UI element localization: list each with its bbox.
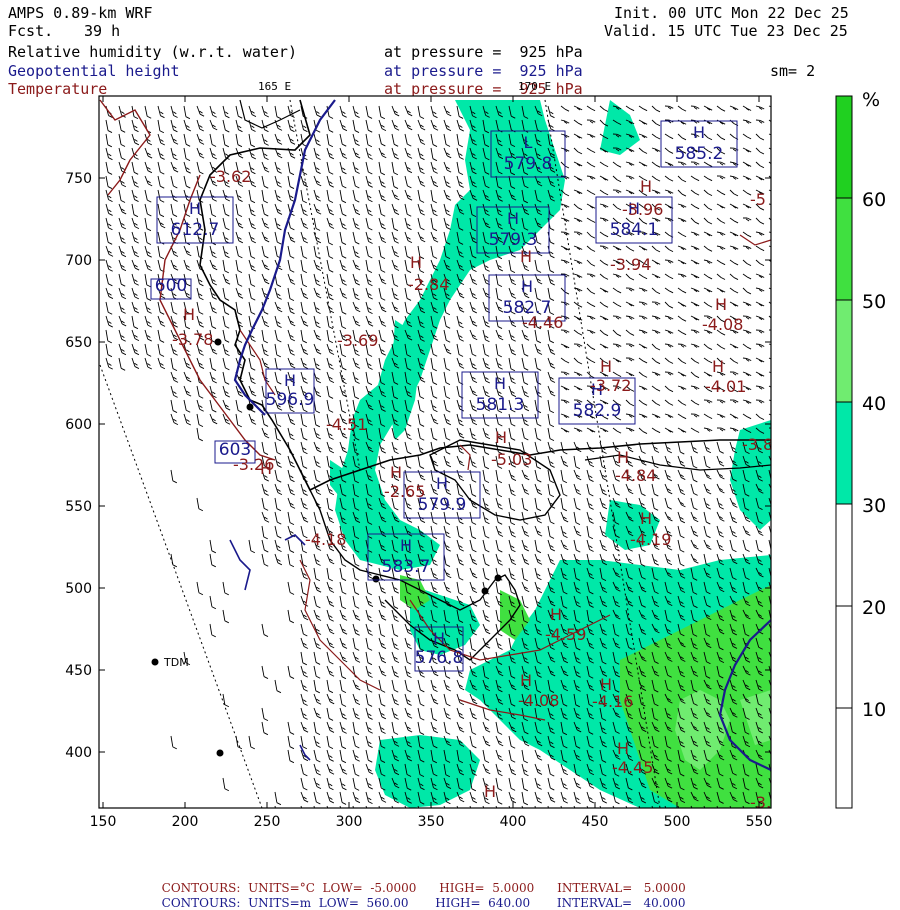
y-tick-label: 700 — [65, 253, 92, 269]
x-tick-label: 150 — [90, 814, 117, 830]
temperature-label: -2.65 — [384, 482, 425, 501]
temperature-label: -3.94 — [610, 255, 651, 274]
temp-high-marker: H — [715, 295, 727, 314]
temperature-label: -4.46 — [522, 313, 563, 332]
temp-high-marker: H — [600, 357, 612, 376]
temperature-label: -3.86 — [742, 435, 783, 454]
temperature-label: -4.51 — [326, 415, 367, 434]
y-tick-label: 550 — [65, 499, 92, 515]
colorbar: % 60 50 40 30 20 10 — [836, 89, 886, 808]
temp-high-marker: H — [640, 177, 652, 196]
footer-units: UNITS=m — [248, 896, 311, 910]
x-tick-label: 250 — [254, 814, 281, 830]
temperature-label: -4.19 — [630, 530, 671, 549]
temperature-label: -3.62 — [210, 167, 251, 186]
temperature-label: -3.72 — [590, 376, 631, 395]
colorbar-label: 60 — [862, 189, 886, 211]
temperature-label: -4.01 — [705, 377, 746, 396]
x-tick-label: 550 — [746, 814, 773, 830]
colorbar-label: 40 — [862, 393, 886, 415]
colorbar-segment — [836, 300, 852, 402]
temperature-label: -5 — [750, 190, 766, 209]
temperature-label: -4.16 — [592, 692, 633, 711]
colorbar-segment — [836, 402, 852, 504]
temperature-label: -5.03 — [491, 450, 532, 469]
temperature-label: -2.84 — [408, 275, 449, 294]
x-tick-label: 500 — [664, 814, 691, 830]
colorbar-label: 10 — [862, 699, 886, 721]
colorbar-label: 50 — [862, 291, 886, 313]
temp-high-marker: H — [640, 509, 652, 528]
colorbar-label: 20 — [862, 597, 886, 619]
temp-high-marker: H — [390, 463, 402, 482]
y-tick-label: 450 — [65, 663, 92, 679]
station-marker[interactable] — [495, 575, 502, 582]
temperature-label: -4.08 — [518, 691, 559, 710]
weather-map: TDM H585.2H584.1H582.7H582.9H581.3H579.9… — [0, 0, 900, 900]
footer-high: HIGH= 640.00 — [435, 896, 530, 910]
temp-high-marker: H — [183, 305, 195, 324]
temp-high-marker: H — [712, 357, 724, 376]
x-tick-label: 350 — [418, 814, 445, 830]
temperature-label: -3.69 — [337, 331, 378, 350]
station-marker[interactable] — [247, 404, 254, 411]
footer-low: LOW= 560.00 — [319, 896, 409, 910]
temp-high-marker: H — [617, 448, 629, 467]
station-marker[interactable] — [373, 576, 380, 583]
temperature-label: -4.08 — [702, 315, 743, 334]
station-marker[interactable] — [215, 339, 222, 346]
y-tick-label: 600 — [65, 417, 92, 433]
temp-high-marker: H — [520, 247, 532, 266]
footer-height-contours: CONTOURS: UNITS=m LOW= 560.00 HIGH= 640.… — [154, 882, 685, 910]
x-tick-label: 400 — [500, 814, 527, 830]
temperature-label: -4.18 — [305, 530, 346, 549]
colorbar-segment — [836, 96, 852, 198]
temperature-label: -4.84 — [615, 466, 656, 485]
temperature-label: -3.78 — [172, 330, 213, 349]
colorbar-segment — [836, 198, 852, 300]
station-marker[interactable] — [217, 750, 224, 757]
temperature-label: -3.26 — [233, 455, 274, 474]
temperature-label: -3.96 — [622, 200, 663, 219]
y-tick-label: 650 — [65, 335, 92, 351]
colorbar-segment — [836, 504, 852, 808]
temp-high-marker: H — [617, 739, 629, 758]
temperature-label: -4.45 — [612, 758, 653, 777]
colorbar-unit: % — [862, 89, 880, 111]
y-tick-label: 750 — [65, 171, 92, 187]
temp-high-marker: H — [410, 253, 422, 272]
x-tick-label: 200 — [172, 814, 199, 830]
station-marker[interactable] — [482, 588, 489, 595]
station-marker-tdm[interactable] — [152, 659, 159, 666]
footer-interval: INTERVAL= 40.000 — [557, 896, 686, 910]
temp-high-marker: H — [550, 605, 562, 624]
y-tick-label: 400 — [65, 745, 92, 761]
x-tick-label: 450 — [582, 814, 609, 830]
temperature-label: -4.59 — [545, 625, 586, 644]
y-tick-label: 500 — [65, 581, 92, 597]
footer-label: CONTOURS: — [162, 896, 241, 910]
x-tick-label: 300 — [336, 814, 363, 830]
pressure-center-box[interactable]: 600 — [151, 276, 191, 299]
temp-high-marker: H — [520, 671, 532, 690]
colorbar-label: 30 — [862, 495, 886, 517]
temp-high-marker: H — [495, 428, 507, 447]
temp-high-marker: H — [484, 782, 496, 801]
station-label-tdm: TDM — [163, 656, 189, 669]
